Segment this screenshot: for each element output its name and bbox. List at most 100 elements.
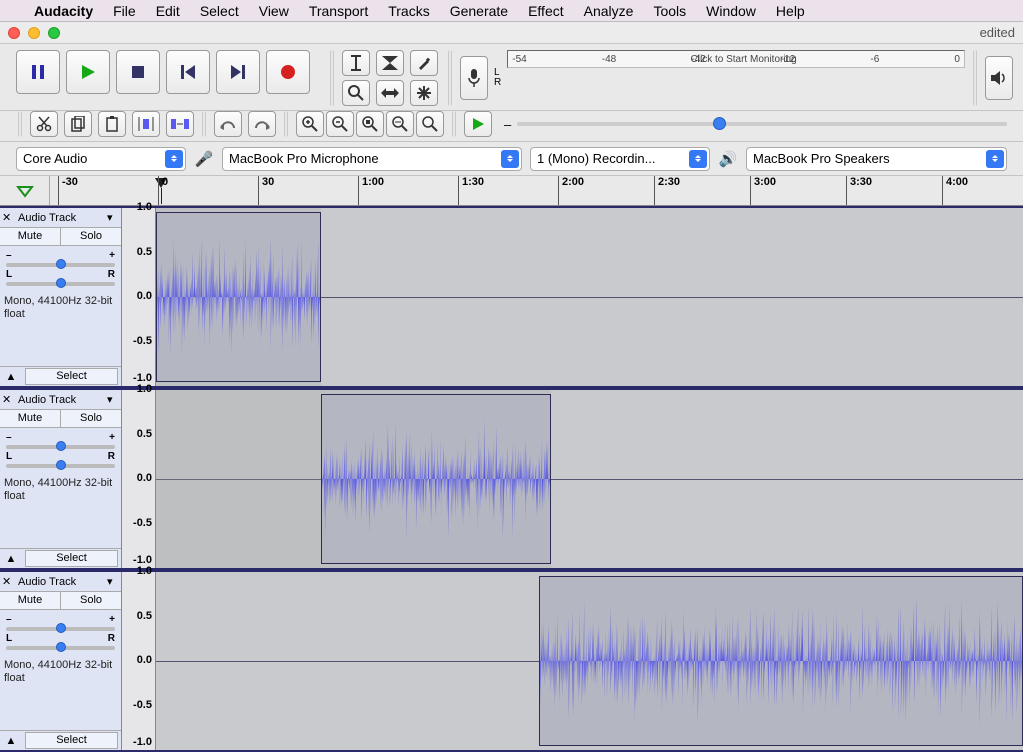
silence-button[interactable] xyxy=(166,111,194,137)
menu-file[interactable]: File xyxy=(113,3,136,19)
pause-button[interactable] xyxy=(16,50,60,94)
gain-slider[interactable] xyxy=(6,263,115,267)
pin-timeline-button[interactable] xyxy=(0,176,50,205)
pan-slider[interactable] xyxy=(6,282,115,286)
toolbar-divider xyxy=(973,50,977,106)
collapse-track-button[interactable]: ▲ xyxy=(0,367,22,386)
zoom-tool-icon[interactable] xyxy=(342,80,370,106)
solo-button[interactable]: Solo xyxy=(61,592,121,609)
minimize-window-button[interactable] xyxy=(28,27,40,39)
track-format-info: Mono, 44100Hz 32-bit float xyxy=(0,292,121,366)
recording-level-meter[interactable]: -54 -48 -42 Click to Start Monitoring -1… xyxy=(507,50,965,68)
stop-button[interactable] xyxy=(116,50,160,94)
mute-button[interactable]: Mute xyxy=(0,592,61,609)
track-name[interactable]: Audio Track xyxy=(18,212,105,224)
meter-click-message: Click to Start Monitoring xyxy=(691,54,797,65)
audio-clip[interactable] xyxy=(156,212,321,382)
fit-project-button[interactable] xyxy=(386,111,414,137)
mute-button[interactable]: Mute xyxy=(0,410,61,427)
audio-clip[interactable] xyxy=(539,576,1023,746)
play-at-speed-button[interactable] xyxy=(464,111,492,137)
pan-slider[interactable] xyxy=(6,646,115,650)
close-track-button[interactable]: ✕ xyxy=(2,575,16,589)
select-track-button[interactable]: Select xyxy=(25,368,118,385)
cut-button[interactable] xyxy=(30,111,58,137)
track-name[interactable]: Audio Track xyxy=(18,394,105,406)
zoom-out-button[interactable] xyxy=(326,111,354,137)
menu-help[interactable]: Help xyxy=(776,3,805,19)
zoom-in-button[interactable] xyxy=(296,111,324,137)
paste-button[interactable] xyxy=(98,111,126,137)
redo-button[interactable] xyxy=(248,111,276,137)
record-button[interactable] xyxy=(266,50,310,94)
app-menu[interactable]: Audacity xyxy=(34,3,93,19)
track-header: ✕ Audio Track ▾ Mute Solo –+ LR Mono, 44… xyxy=(0,208,122,386)
track-menu-button[interactable]: ▾ xyxy=(107,575,119,588)
track-menu-button[interactable]: ▾ xyxy=(107,393,119,406)
recording-device-select[interactable]: MacBook Pro Microphone xyxy=(222,147,522,171)
audio-clip[interactable] xyxy=(321,394,551,564)
zoom-window-button[interactable] xyxy=(48,27,60,39)
record-meter-mic-icon[interactable] xyxy=(460,56,488,100)
menu-select[interactable]: Select xyxy=(200,3,239,19)
menu-tracks[interactable]: Tracks xyxy=(388,3,429,19)
menu-effect[interactable]: Effect xyxy=(528,3,564,19)
zoom-toggle-button[interactable] xyxy=(416,111,444,137)
gain-slider[interactable] xyxy=(6,445,115,449)
draw-tool-icon[interactable] xyxy=(410,50,438,76)
close-window-button[interactable] xyxy=(8,27,20,39)
pan-left-label: L xyxy=(6,451,12,462)
playback-meter-speaker-icon[interactable] xyxy=(985,56,1013,100)
track-menu-button[interactable]: ▾ xyxy=(107,211,119,224)
play-button[interactable] xyxy=(66,50,110,94)
fit-selection-button[interactable] xyxy=(356,111,384,137)
audio-track: ✕ Audio Track ▾ Mute Solo –+ LR Mono, 44… xyxy=(0,388,1023,570)
pan-slider[interactable] xyxy=(6,464,115,468)
close-track-button[interactable]: ✕ xyxy=(2,393,16,407)
solo-button[interactable]: Solo xyxy=(61,410,121,427)
select-track-button[interactable]: Select xyxy=(25,550,118,567)
edit-toolbar: – xyxy=(0,111,1023,142)
waveform-area[interactable] xyxy=(156,208,1023,386)
menu-tools[interactable]: Tools xyxy=(653,3,686,19)
pan-right-label: R xyxy=(108,451,115,462)
undo-button[interactable] xyxy=(214,111,242,137)
meter-tick: -54 xyxy=(512,54,526,65)
toolbar-divider xyxy=(284,111,288,137)
recording-channels-select[interactable]: 1 (Mono) Recordin... xyxy=(530,147,710,171)
track-name[interactable]: Audio Track xyxy=(18,576,105,588)
multi-tool-icon[interactable] xyxy=(410,80,438,106)
menu-window[interactable]: Window xyxy=(706,3,756,19)
selection-tool-icon[interactable] xyxy=(342,50,370,76)
waveform-area[interactable] xyxy=(156,572,1023,750)
copy-button[interactable] xyxy=(64,111,92,137)
ruler-tick: 3:00 xyxy=(750,176,776,205)
audio-host-select[interactable]: Core Audio xyxy=(16,147,186,171)
menu-view[interactable]: View xyxy=(259,3,289,19)
timeshift-tool-icon[interactable] xyxy=(376,80,404,106)
ruler-tick: 30 xyxy=(258,176,274,205)
menu-analyze[interactable]: Analyze xyxy=(584,3,634,19)
close-track-button[interactable]: ✕ xyxy=(2,211,16,225)
collapse-track-button[interactable]: ▲ xyxy=(0,731,22,750)
toolbar-divider xyxy=(330,50,334,106)
gain-min-icon: – xyxy=(6,250,12,261)
skip-start-button[interactable] xyxy=(166,50,210,94)
menu-edit[interactable]: Edit xyxy=(156,3,180,19)
trim-button[interactable] xyxy=(132,111,160,137)
playback-device-select[interactable]: MacBook Pro Speakers xyxy=(746,147,1007,171)
collapse-track-button[interactable]: ▲ xyxy=(0,549,22,568)
ruler-tick: 1:00 xyxy=(358,176,384,205)
envelope-tool-icon[interactable] xyxy=(376,50,404,76)
solo-button[interactable]: Solo xyxy=(61,228,121,245)
menu-transport[interactable]: Transport xyxy=(309,3,368,19)
timeline-ruler[interactable]: -300301:001:302:002:303:003:304:00 xyxy=(0,176,1023,206)
play-speed-slider[interactable]: – xyxy=(498,111,1013,137)
select-track-button[interactable]: Select xyxy=(25,732,118,749)
waveform-area[interactable] xyxy=(156,390,1023,568)
gain-slider[interactable] xyxy=(6,627,115,631)
menu-generate[interactable]: Generate xyxy=(450,3,508,19)
toolbar-divider xyxy=(452,111,456,137)
mute-button[interactable]: Mute xyxy=(0,228,61,245)
skip-end-button[interactable] xyxy=(216,50,260,94)
